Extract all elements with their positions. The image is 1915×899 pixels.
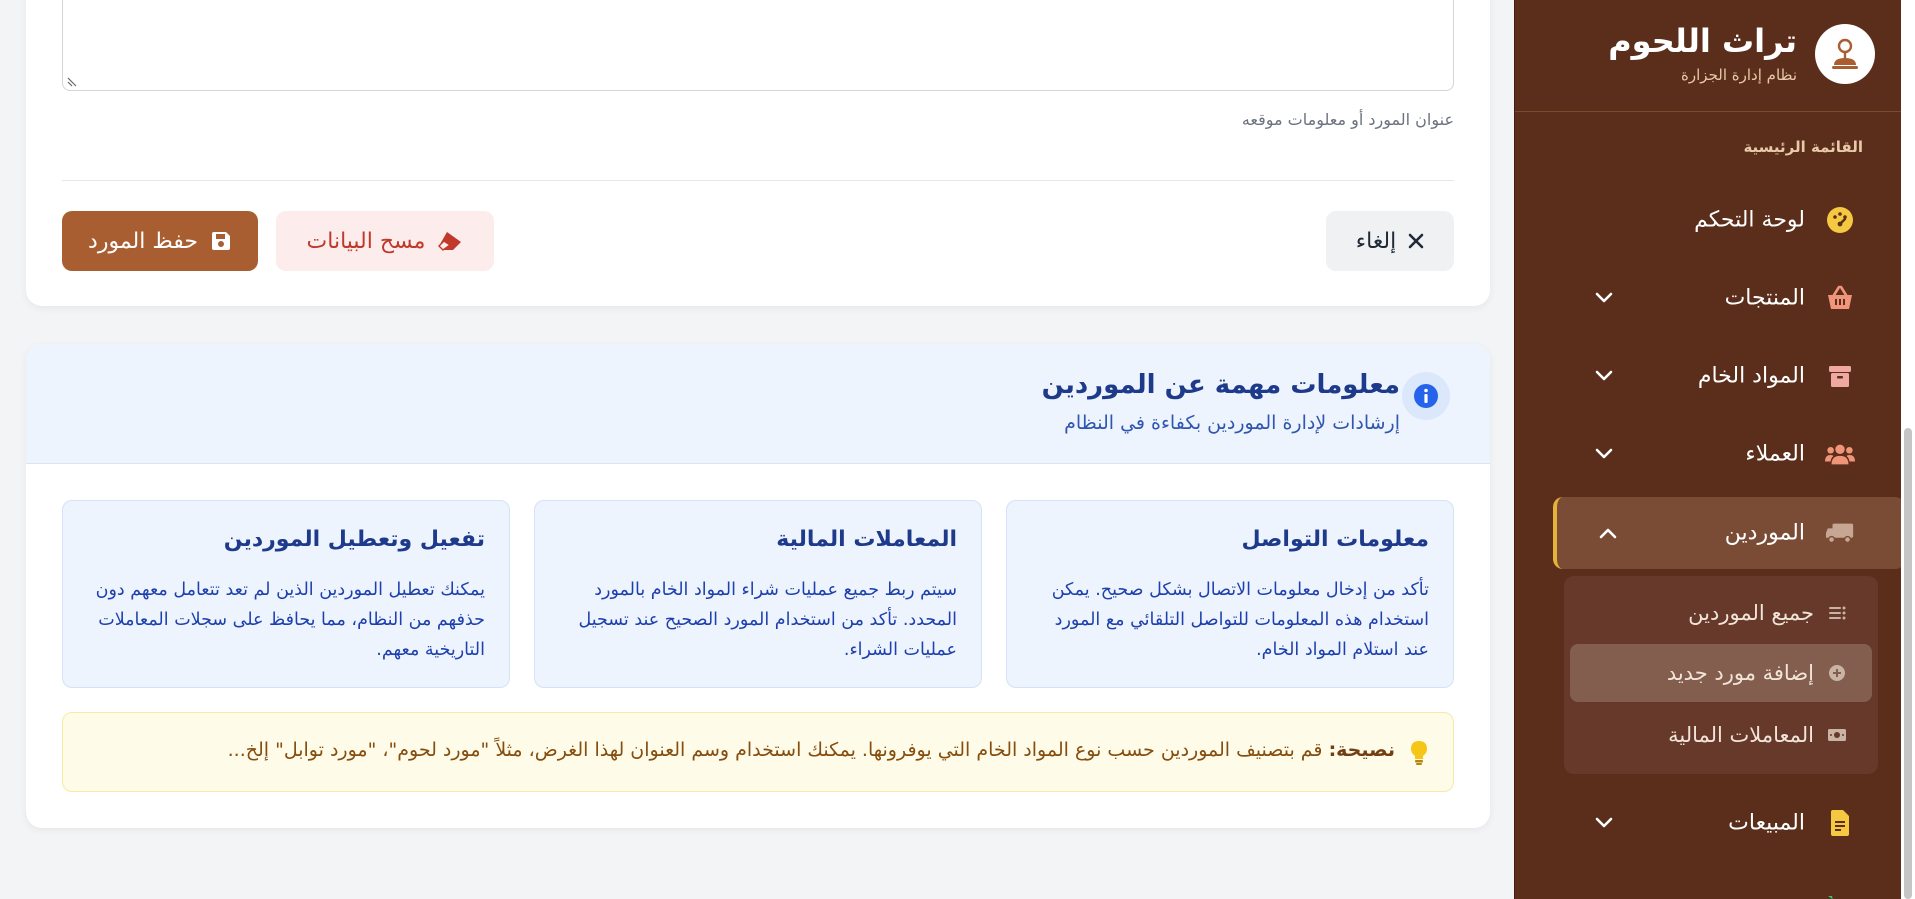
brand-subtitle: نظام إدارة الجزارة [1681, 66, 1797, 84]
submenu-item-add-supplier[interactable]: إضافة مورد جديد [1570, 644, 1872, 702]
chevron-down-icon[interactable] [1593, 443, 1615, 465]
tip-label: نصيحة: [1328, 739, 1395, 761]
supplier-form-card: عنوان المورد أو معلومات موقعه إلغاء مسح … [26, 0, 1490, 306]
info-card-subtitle: إرشادات لإدارة الموردين بكفاءة في النظام [1064, 412, 1400, 434]
users-icon [1825, 439, 1855, 469]
plus-circle-icon [1827, 663, 1847, 683]
sidebar: تراث اللحوم نظام إدارة الجزارة القائمة ا… [1514, 0, 1915, 899]
eraser-icon [438, 232, 462, 251]
sidebar-item-label: المبيعات [1728, 810, 1805, 836]
info-card-header: معلومات مهمة عن الموردين إرشادات لإدارة … [26, 344, 1490, 464]
info-box-body: يمكنك تعطيل الموردين الذين لم تعد تتعامل… [95, 580, 485, 660]
cancel-button[interactable]: إلغاء [1326, 211, 1454, 271]
brand[interactable]: تراث اللحوم نظام إدارة الجزارة [1545, 22, 1875, 86]
brand-divider [1515, 111, 1915, 112]
submenu-item-financial-transactions[interactable]: المعاملات المالية [1570, 706, 1872, 764]
brand-title: تراث اللحوم [1608, 22, 1797, 60]
sidebar-item-label: المنتجات [1724, 285, 1805, 311]
tip-box: نصيحة: قم بتصنيف الموردين حسب نوع المواد… [62, 712, 1454, 792]
resize-grip-icon[interactable] [66, 76, 78, 88]
info-box-activation: تفعيل وتعطيل الموردين يمكنك تعطيل المورد… [62, 500, 510, 688]
cart-icon [1825, 892, 1855, 899]
address-textarea[interactable] [62, 0, 1454, 91]
info-box-body: سيتم ربط جميع عمليات شراء المواد الخام ب… [578, 580, 957, 660]
sidebar-item-customers[interactable]: العملاء [1553, 419, 1905, 489]
sidebar-item-label: العملاء [1745, 441, 1805, 467]
sidebar-scrollbar-thumb[interactable] [1904, 428, 1912, 899]
supplier-info-card: معلومات مهمة عن الموردين إرشادات لإدارة … [26, 344, 1490, 828]
money-icon [1827, 725, 1847, 745]
save-supplier-button[interactable]: حفظ المورد [62, 211, 258, 271]
basket-icon [1825, 283, 1855, 313]
submenu-item-label: جميع الموردين [1688, 601, 1814, 625]
cancel-button-label: إلغاء [1355, 228, 1397, 254]
truck-icon [1825, 518, 1855, 548]
close-icon [1408, 233, 1424, 249]
chevron-down-icon[interactable] [1593, 365, 1615, 387]
info-box-title: تفعيل وتعطيل الموردين [223, 527, 485, 552]
info-box-financial: المعاملات المالية سيتم ربط جميع عمليات ش… [534, 500, 982, 688]
address-help-text: عنوان المورد أو معلومات موقعه [1241, 110, 1454, 129]
sidebar-item-raw-materials[interactable]: المواد الخام [1553, 341, 1905, 411]
submenu-item-all-suppliers[interactable]: جميع الموردين [1570, 584, 1872, 642]
tip-text: نصيحة: قم بتصنيف الموردين حسب نوع المواد… [228, 739, 1395, 761]
sidebar-item-products[interactable]: المنتجات [1553, 263, 1905, 333]
chevron-up-icon[interactable] [1597, 522, 1619, 544]
submenu-item-label: المعاملات المالية [1668, 723, 1814, 747]
info-icon [1402, 372, 1450, 420]
suppliers-submenu: جميع الموردين إضافة مورد جديد المعاملات … [1564, 576, 1878, 774]
submenu-item-label: إضافة مورد جديد [1666, 661, 1814, 685]
form-divider [62, 180, 1454, 181]
info-box-title: معلومات التواصل [1241, 527, 1429, 552]
sidebar-item-sales[interactable]: المبيعات [1553, 788, 1905, 858]
save-supplier-button-label: حفظ المورد [88, 228, 198, 254]
sidebar-item-dashboard[interactable]: لوحة التحكم [1553, 185, 1905, 255]
list-icon [1827, 603, 1847, 623]
sidebar-item-partial[interactable] [1553, 872, 1905, 899]
box-icon [1825, 361, 1855, 391]
info-box-title: المعاملات المالية [776, 527, 957, 552]
main-menu-label: القائمة الرئيسية [1743, 138, 1863, 156]
info-card-title: معلومات مهمة عن الموردين [1041, 370, 1400, 400]
clear-data-button[interactable]: مسح البيانات [276, 211, 494, 271]
clear-data-button-label: مسح البيانات [306, 228, 426, 254]
sidebar-item-label: الموردين [1724, 520, 1805, 546]
sidebar-item-suppliers[interactable]: الموردين [1553, 497, 1905, 569]
info-box-contact: معلومات التواصل تأكد من إدخال معلومات ال… [1006, 500, 1454, 688]
sidebar-scrollbar[interactable] [1901, 0, 1915, 899]
tip-body: قم بتصنيف الموردين حسب نوع المواد الخام … [227, 739, 1323, 761]
main-content: عنوان المورد أو معلومات موقعه إلغاء مسح … [0, 0, 1514, 899]
chevron-down-icon[interactable] [1593, 287, 1615, 309]
sidebar-item-label: لوحة التحكم [1694, 207, 1805, 233]
invoice-icon [1825, 808, 1855, 838]
lightbulb-icon [1407, 739, 1431, 767]
dashboard-icon [1825, 205, 1855, 235]
butcher-logo-icon [1815, 24, 1875, 84]
info-box-body: تأكد من إدخال معلومات الاتصال بشكل صحيح.… [1051, 580, 1429, 660]
floppy-disk-icon [211, 232, 230, 250]
sidebar-item-label: المواد الخام [1697, 363, 1805, 389]
chevron-down-icon[interactable] [1593, 812, 1615, 834]
